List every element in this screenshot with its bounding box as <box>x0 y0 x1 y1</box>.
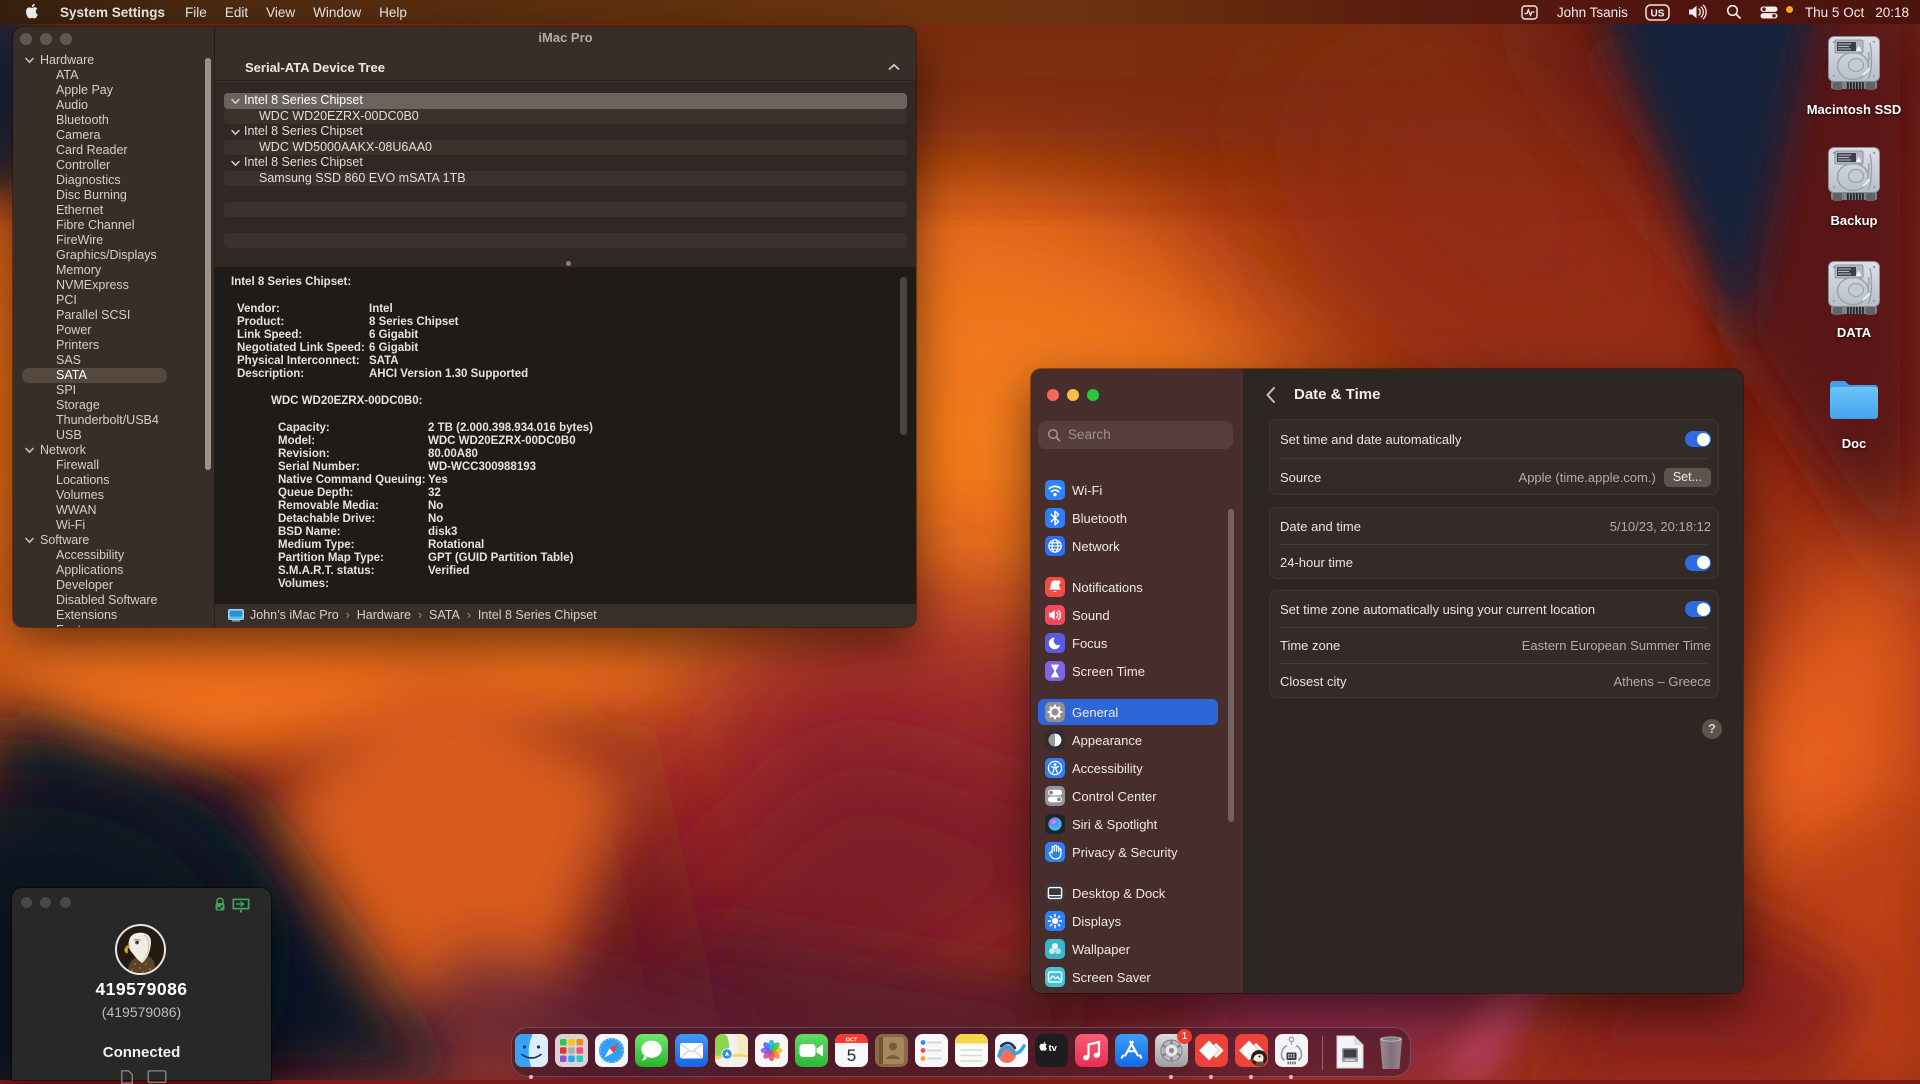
svg-text:OCT: OCT <box>845 1038 857 1044</box>
svg-text:tv: tv <box>1048 1043 1057 1054</box>
svg-text:5: 5 <box>846 1046 855 1065</box>
svg-text:US: US <box>1650 8 1664 19</box>
